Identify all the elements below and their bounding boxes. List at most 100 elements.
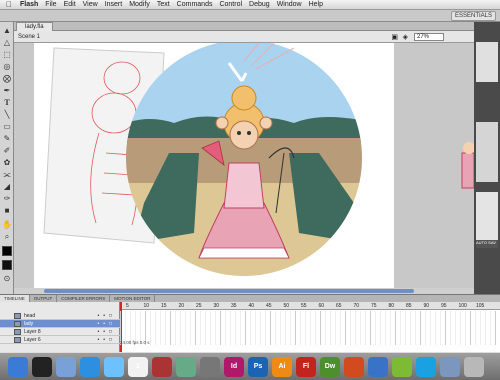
frame-cell — [485, 311, 486, 345]
eraser-tool-icon[interactable]: ■ — [2, 206, 12, 216]
menu-bar:  Flash File Edit View Insert Modify Text Comma… — [0, 0, 500, 10]
paint-bucket-tool-icon[interactable]: ◢ — [2, 182, 12, 192]
line-tool-icon[interactable]: ╲ — [2, 110, 12, 120]
zoom-tool-icon[interactable]: ⌕ — [2, 232, 12, 242]
menu-edit[interactable]: Edit — [64, 1, 76, 8]
safari-icon[interactable] — [80, 357, 100, 377]
frame-ruler[interactable]: 5 10 15 20 25 30 35 40 45 50 55 60 65 70 75 80 85 90 95 100… — [120, 302, 500, 310]
layer-visibility-lock-outline-icon[interactable]: ••□ — [97, 312, 116, 320]
menu-help[interactable]: Help — [309, 1, 323, 8]
frame-cell — [410, 311, 411, 345]
menu-commands[interactable]: Commands — [177, 1, 213, 8]
flash-icon[interactable]: Fl — [296, 357, 316, 377]
3d-rotation-tool-icon[interactable]: ◎ — [2, 62, 12, 72]
frame-number: 55 — [301, 303, 307, 309]
menu-control[interactable]: Control — [219, 1, 242, 8]
layer-name: Layer 6 — [24, 337, 41, 343]
menu-view[interactable]: View — [83, 1, 98, 8]
fill-color-swatch[interactable] — [2, 260, 12, 270]
apple-icon[interactable]:  — [6, 0, 14, 9]
menu-insert[interactable]: Insert — [105, 1, 123, 8]
menu-modify[interactable]: Modify — [129, 1, 150, 8]
text-tool-icon[interactable]: T — [2, 98, 12, 108]
frame-number: 30 — [213, 303, 220, 309]
scrollbar-thumb[interactable] — [44, 289, 414, 293]
rectangle-tool-icon[interactable]: ▭ — [2, 122, 12, 132]
layer-visibility-lock-outline-icon[interactable]: ••□ — [97, 328, 116, 336]
edit-symbols-icon[interactable]: ◈ — [403, 33, 408, 41]
dashboard-icon[interactable] — [32, 357, 52, 377]
workspace-switcher[interactable]: ESSENTIALS — [450, 11, 496, 21]
document-tab-bar: lady.fla — [14, 22, 474, 31]
frame-cell — [420, 311, 421, 345]
bone-tool-icon[interactable]: ⫘ — [2, 170, 12, 180]
properties-panel[interactable] — [476, 42, 498, 82]
stage-area[interactable] — [14, 43, 474, 288]
layer-row[interactable]: Layer 8 ••□ — [0, 328, 120, 336]
photoshop-icon[interactable]: Ps — [248, 357, 268, 377]
menu-flash[interactable]: Flash — [20, 1, 38, 8]
ical-icon[interactable]: 1 — [128, 357, 148, 377]
layer-visibility-lock-outline-icon[interactable]: ••□ — [97, 320, 116, 328]
finder-icon[interactable] — [8, 357, 28, 377]
photo-icon[interactable] — [152, 357, 172, 377]
snap-to-objects-icon[interactable]: ⊙ — [2, 274, 12, 284]
app-icon[interactable] — [344, 357, 364, 377]
dreamweaver-icon[interactable]: Dw — [320, 357, 340, 377]
folder-icon[interactable] — [440, 357, 460, 377]
frame-cell — [455, 311, 456, 345]
spotify-icon[interactable] — [392, 357, 412, 377]
pencil-tool-icon[interactable]: ✎ — [2, 134, 12, 144]
menu-file[interactable]: File — [45, 1, 56, 8]
hand-tool-icon[interactable]: ✋ — [2, 220, 12, 230]
frame-number: 75 — [371, 303, 377, 309]
layer-visibility-lock-outline-icon[interactable]: ••□ — [97, 336, 116, 344]
scene-breadcrumb[interactable]: Scene 1 — [18, 32, 40, 42]
eyedropper-tool-icon[interactable]: ✑ — [2, 194, 12, 204]
mail-icon[interactable] — [56, 357, 76, 377]
indesign-icon[interactable]: Id — [224, 357, 244, 377]
frame-cell — [385, 311, 386, 345]
lasso-tool-icon[interactable]: ⨂ — [2, 74, 12, 84]
menu-debug[interactable]: Debug — [249, 1, 270, 8]
menu-window[interactable]: Window — [277, 1, 302, 8]
free-transform-tool-icon[interactable]: ⬚ — [2, 50, 12, 60]
frame-cell — [450, 311, 451, 345]
stroke-color-swatch[interactable] — [2, 246, 12, 256]
layer-row[interactable]: Layer 6 ••□ — [0, 336, 120, 344]
skype-icon[interactable] — [416, 357, 436, 377]
frame-cell — [360, 311, 361, 345]
layer-row[interactable]: head ••□ — [0, 312, 120, 320]
preferences-icon[interactable] — [200, 357, 220, 377]
pen-tool-icon[interactable]: ✒ — [2, 86, 12, 96]
tab-output[interactable]: OUTPUT — [30, 295, 58, 302]
selection-tool-icon[interactable]: ▲ — [2, 26, 12, 36]
color-panel[interactable] — [476, 192, 498, 242]
word-icon[interactable] — [368, 357, 388, 377]
edit-scene-icon[interactable]: ▣ — [391, 33, 398, 41]
deco-tool-icon[interactable]: ✿ — [2, 158, 12, 168]
layer-row[interactable]: lady ••□ — [0, 320, 120, 328]
tab-timeline[interactable]: TIMELINE — [0, 295, 30, 302]
brush-tool-icon[interactable]: ✐ — [2, 146, 12, 156]
subselection-tool-icon[interactable]: △ — [2, 38, 12, 48]
library-panel[interactable] — [476, 122, 498, 182]
preview-icon[interactable] — [176, 357, 196, 377]
tab-compiler-errors[interactable]: COMPILER ERRORS — [57, 295, 111, 302]
tab-motion-editor[interactable]: MOTION EDITOR — [110, 295, 156, 302]
auto-save-label: AUTO SAV — [476, 240, 498, 248]
illustrator-icon[interactable]: Ai — [272, 357, 292, 377]
right-panel-dock: AUTO SAV — [474, 22, 500, 294]
frame-cell — [375, 311, 376, 345]
frame-number: 50 — [283, 303, 290, 309]
trash-icon[interactable] — [464, 357, 484, 377]
itunes-icon[interactable] — [104, 357, 124, 377]
frame-number: 80 — [388, 303, 395, 309]
frame-cell — [345, 311, 346, 345]
frame-number: 60 — [318, 303, 325, 309]
document-tab[interactable]: lady.fla — [16, 22, 53, 31]
frame-number: 85 — [406, 303, 412, 309]
zoom-select[interactable]: 27% — [414, 33, 444, 41]
menu-text[interactable]: Text — [157, 1, 170, 8]
frame-number: 70 — [353, 303, 360, 309]
